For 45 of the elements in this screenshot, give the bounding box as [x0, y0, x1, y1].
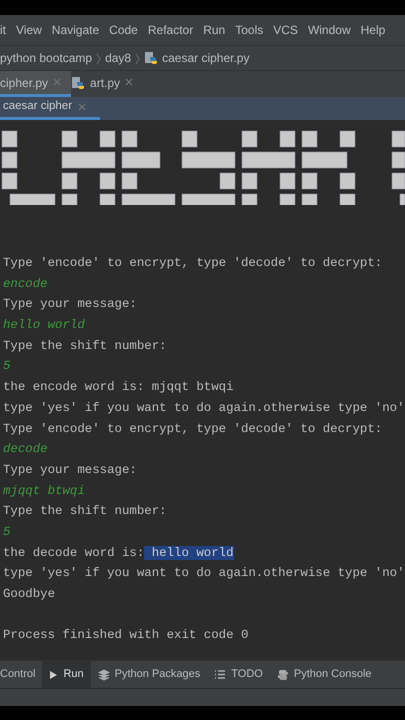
- menu-item[interactable]: it: [0, 21, 6, 39]
- console-line: the encode word is: mjqqt btwqi: [2, 379, 235, 396]
- python-file-icon: [71, 76, 86, 90]
- menu-item[interactable]: Navigate: [52, 21, 100, 39]
- menu-item[interactable]: Window: [308, 21, 351, 39]
- input-text: 5: [2, 524, 12, 541]
- python-file-icon: [144, 51, 158, 65]
- console-line: Type the shift number:: [2, 338, 168, 355]
- menu-item[interactable]: Code: [109, 21, 138, 39]
- input-text: mjqqt btwqi: [2, 482, 86, 500]
- breadcrumb-item[interactable]: caesar cipher.py: [162, 49, 250, 67]
- menu-item[interactable]: Refactor: [148, 21, 194, 39]
- menu-item[interactable]: View: [16, 21, 42, 39]
- tool-window-tab[interactable]: Control: [0, 661, 42, 688]
- input-text: 5: [2, 358, 12, 376]
- editor-tab[interactable]: cipher.py: [0, 71, 72, 97]
- console-line: Type 'encode' to encrypt, type 'decode' to decrypt:: [2, 255, 384, 272]
- menu-item[interactable]: VCS: [273, 21, 298, 39]
- console-line: Process finished with exit code 0: [2, 627, 250, 644]
- console-line: type 'yes' if you want to do again.otherwise type 'no': [2, 565, 405, 582]
- input-text: encode: [2, 276, 49, 293]
- tool-window-tab[interactable]: Run: [42, 661, 91, 688]
- python-icon: [276, 668, 289, 680]
- list-icon: [214, 669, 226, 680]
- selected-text: hello world: [144, 546, 234, 560]
- layers-icon: [98, 668, 110, 680]
- run-icon: [49, 670, 58, 680]
- console-line: Type the shift number:: [2, 503, 168, 520]
- tool-window-tab[interactable]: TODO: [207, 661, 270, 688]
- editor-tab[interactable]: art.py: [71, 71, 144, 97]
- menu-item[interactable]: Run: [203, 21, 226, 39]
- tool-window-tab[interactable]: Python Console: [270, 661, 379, 688]
- breadcrumb-item[interactable]: day8: [105, 49, 132, 67]
- menu-item[interactable]: Help: [360, 21, 386, 39]
- console-text: the decode word is:: [3, 546, 144, 560]
- breadcrumb-item[interactable]: python bootcamp: [0, 49, 92, 67]
- console-line: type 'yes' if you want to do again.otherwise type 'no': [2, 400, 405, 417]
- input-text: decode: [2, 441, 49, 458]
- console-line: Type 'encode' to encrypt, type 'decode' to decrypt:: [2, 420, 384, 438]
- console-line: Goodbye: [2, 586, 56, 603]
- console-line: Type your message:: [2, 296, 138, 314]
- console-line: Type your message:: [2, 462, 138, 479]
- tool-window-tab[interactable]: Python Packages: [90, 661, 208, 688]
- menu-item[interactable]: Tools: [235, 21, 264, 39]
- input-text: hello world: [2, 317, 86, 334]
